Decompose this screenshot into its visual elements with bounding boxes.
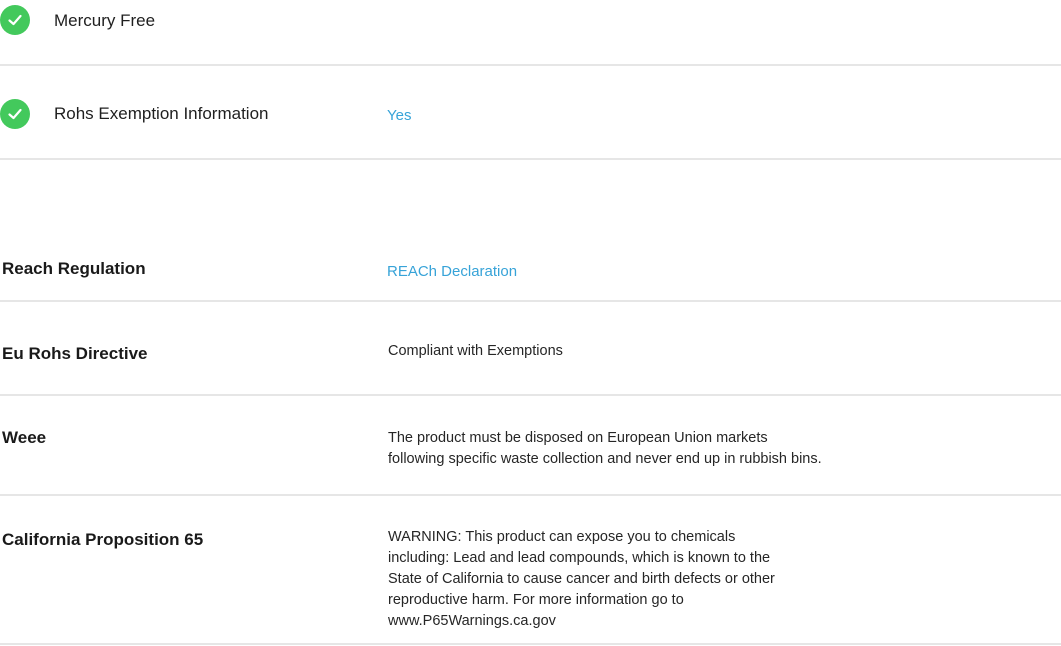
rohs-exemption-yes-link[interactable]: Yes [387, 107, 411, 125]
divider [0, 643, 1061, 645]
feature-label-mercury-free: Mercury Free [54, 11, 156, 30]
reach-declaration-link[interactable]: REACh Declaration [387, 263, 517, 281]
divider [0, 158, 1061, 160]
regulation-label-reach: Reach Regulation [2, 259, 146, 278]
divider [0, 64, 1061, 66]
regulation-value-weee: The product must be disposed on European… [388, 430, 822, 467]
regulation-label-california-prop65: California Proposition 65 [2, 530, 204, 549]
regulation-value-eu-rohs: Compliant with Exemptions [388, 343, 563, 359]
regulation-label-eu-rohs: Eu Rohs Directive [2, 344, 148, 363]
regulation-value-california-prop65: WARNING: This product can expose you to … [388, 529, 775, 629]
check-circle-icon [0, 99, 30, 129]
divider [0, 494, 1061, 496]
divider [0, 394, 1061, 396]
divider [0, 300, 1061, 302]
feature-label-rohs-exemption: Rohs Exemption Information [54, 104, 269, 123]
regulation-label-weee: Weee [2, 428, 47, 447]
check-circle-icon [0, 5, 30, 35]
